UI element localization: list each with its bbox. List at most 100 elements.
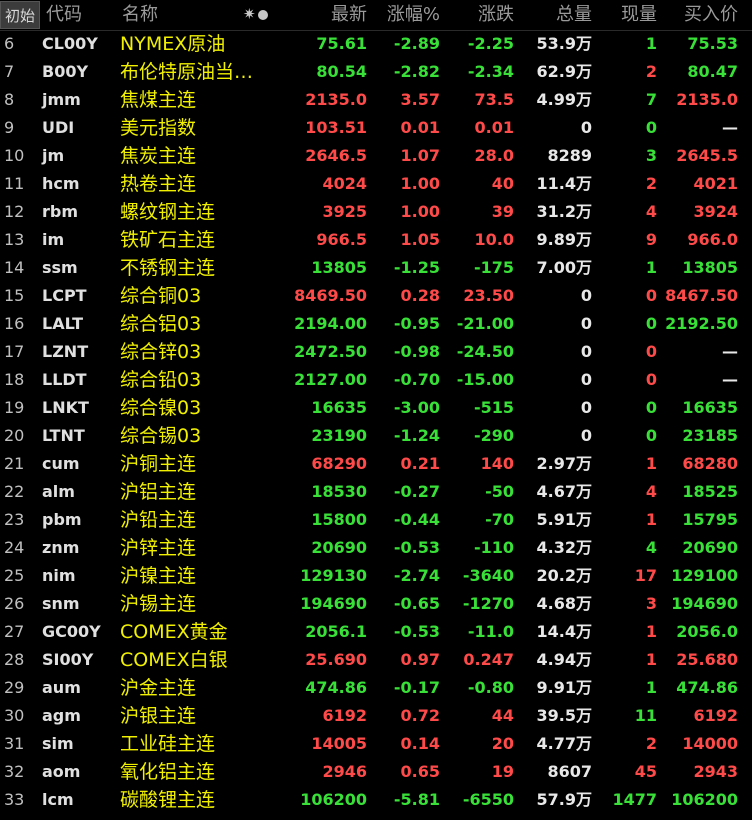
last-price: 194690 [300,594,367,613]
table-row[interactable]: 20 LTNT 综合锡03 23190 -1.24 -290 0 0 23185 [0,422,752,450]
table-row[interactable]: 10 jm 焦炭主连 2646.5 1.07 28.0 8289 3 2645.5 [0,142,752,170]
table-row[interactable]: 14 ssm 不锈钢主连 13805 -1.25 -175 7.00万 1 13805 [0,254,752,282]
table-row[interactable]: 26 snm 沪锡主连 194690 -0.65 -1270 4.68万 3 194690 [0,590,752,618]
table-row[interactable]: 19 LNKT 综合镍03 16635 -3.00 -515 0 0 16635 [0,394,752,422]
current-volume: 0 [645,314,657,333]
symbol-code: znm [42,538,80,557]
row-index: 33 [4,790,25,809]
symbol-code: CL00Y [42,34,98,53]
instrument-name: 热卷主连 [120,173,197,195]
row-index: 18 [4,370,25,389]
last-price: 103.51 [305,118,367,137]
indicator-dot-icon[interactable] [258,10,268,20]
row-index: 21 [4,454,25,473]
quote-list: 6 CL00Y NYMEX原油 75.61 -2.89 -2.25 53.9万 1 75.53 7… [0,30,752,814]
table-row[interactable]: 13 im 铁矿石主连 966.5 1.05 10.0 9.89万 9 966.0 [0,226,752,254]
instrument-name: 焦炭主连 [120,145,197,167]
header-last[interactable]: 最新 [331,4,367,26]
change-percent: -2.82 [393,62,440,81]
last-price: 3925 [322,202,367,221]
row-index: 10 [4,146,25,165]
row-index: 7 [4,62,15,81]
table-row[interactable]: 25 nim 沪镍主连 129130 -2.74 -3640 20.2万 17 129100 [0,562,752,590]
bid-price: — [722,370,738,389]
table-row[interactable]: 11 hcm 热卷主连 4024 1.00 40 11.4万 2 4021 [0,170,752,198]
table-row[interactable]: 23 pbm 沪铅主连 15800 -0.44 -70 5.91万 1 15795 [0,506,752,534]
last-price: 14005 [311,734,367,753]
instrument-name: 焦煤主连 [120,89,197,111]
table-row[interactable]: 32 aom 氧化铝主连 2946 0.65 19 8607 45 2943 [0,758,752,786]
table-row[interactable]: 15 LCPT 综合铜03 8469.50 0.28 23.50 0 0 8467.50 [0,282,752,310]
header-bid[interactable]: 买入价 [684,4,738,26]
current-volume: 1 [645,258,657,277]
table-row[interactable]: 28 SI00Y COMEX白银 25.690 0.97 0.247 4.94万 1 25.68… [0,646,752,674]
current-volume: 45 [634,762,657,781]
last-price: 106200 [300,790,367,809]
table-row[interactable]: 29 aum 沪金主连 474.86 -0.17 -0.80 9.91万 1 474.86 [0,674,752,702]
last-price: 2056.1 [305,622,367,641]
symbol-code: LZNT [42,342,89,361]
total-volume: 14.4万 [536,622,592,641]
instrument-name: 沪铜主连 [120,453,197,475]
change-amount: -0.80 [467,678,514,697]
symbol-code: hcm [42,174,80,193]
header-vol[interactable]: 总量 [556,4,592,26]
bid-price: 474.86 [676,678,738,697]
current-volume: 9 [645,230,657,249]
total-volume: 4.32万 [536,538,592,557]
header-name[interactable]: 名称 [122,4,158,26]
table-row[interactable]: 30 agm 沪银主连 6192 0.72 44 39.5万 11 6192 [0,702,752,730]
total-volume: 0 [580,118,592,137]
symbol-code: LALT [42,314,84,333]
symbol-code: jmm [42,90,81,109]
instrument-name: 氧化铝主连 [120,761,216,783]
table-row[interactable]: 7 B00Y 布伦特原油当… 80.54 -2.82 -2.34 62.9万 2 80.47 [0,58,752,86]
change-amount: -290 [473,426,514,445]
row-index: 26 [4,594,25,613]
current-volume: 2 [645,174,657,193]
bid-price: 18525 [682,482,738,501]
gear-icon[interactable]: ✷ [243,5,256,23]
bid-price: 20690 [682,538,738,557]
table-row[interactable]: 27 GC00Y COMEX黄金 2056.1 -0.53 -11.0 14.4万 1 2056… [0,618,752,646]
bid-price: 194690 [671,594,738,613]
bid-price: 14000 [682,734,738,753]
table-row[interactable]: 24 znm 沪锌主连 20690 -0.53 -110 4.32万 4 20690 [0,534,752,562]
header-cur[interactable]: 现量 [621,4,657,26]
table-row[interactable]: 21 cum 沪铜主连 68290 0.21 140 2.97万 1 68280 [0,450,752,478]
current-volume: 0 [645,370,657,389]
table-row[interactable]: 17 LZNT 综合锌03 2472.50 -0.98 -24.50 0 0 — [0,338,752,366]
table-row[interactable]: 9 UDI 美元指数 103.51 0.01 0.01 0 0 — [0,114,752,142]
current-volume: 11 [634,706,657,725]
row-index: 9 [4,118,15,137]
symbol-code: ssm [42,258,78,277]
change-amount: -70 [485,510,514,529]
table-row[interactable]: 22 alm 沪铝主连 18530 -0.27 -50 4.67万 4 18525 [0,478,752,506]
table-row[interactable]: 33 lcm 碳酸锂主连 106200 -5.81 -6550 57.9万 1477 10620… [0,786,752,814]
row-index: 20 [4,426,25,445]
total-volume: 20.2万 [536,566,592,585]
table-row[interactable]: 12 rbm 螺纹钢主连 3925 1.00 39 31.2万 4 3924 [0,198,752,226]
row-index: 15 [4,286,25,305]
tab-initial[interactable]: 初始 [0,1,40,29]
table-row[interactable]: 31 sim 工业硅主连 14005 0.14 20 4.77万 2 14000 [0,730,752,758]
change-amount: -11.0 [467,622,514,641]
row-index: 19 [4,398,25,417]
instrument-name: 沪铅主连 [120,509,197,531]
bid-price: — [722,342,738,361]
header-chg[interactable]: 涨跌 [478,4,514,26]
row-index: 8 [4,90,15,109]
header-code[interactable]: 代码 [46,4,82,26]
table-row[interactable]: 8 jmm 焦煤主连 2135.0 3.57 73.5 4.99万 7 2135.0 [0,86,752,114]
table-row[interactable]: 16 LALT 综合铝03 2194.00 -0.95 -21.00 0 0 2192.50 [0,310,752,338]
row-index: 12 [4,202,25,221]
total-volume: 4.68万 [536,594,592,613]
change-amount: -175 [473,258,514,277]
table-row[interactable]: 6 CL00Y NYMEX原油 75.61 -2.89 -2.25 53.9万 1 75.53 [0,30,752,58]
change-percent: 1.00 [400,202,440,221]
symbol-code: LTNT [42,426,85,445]
header-pct[interactable]: 涨幅% [387,4,440,26]
change-amount: -515 [473,398,514,417]
table-row[interactable]: 18 LLDT 综合铅03 2127.00 -0.70 -15.00 0 0 — [0,366,752,394]
change-percent: -2.89 [393,34,440,53]
